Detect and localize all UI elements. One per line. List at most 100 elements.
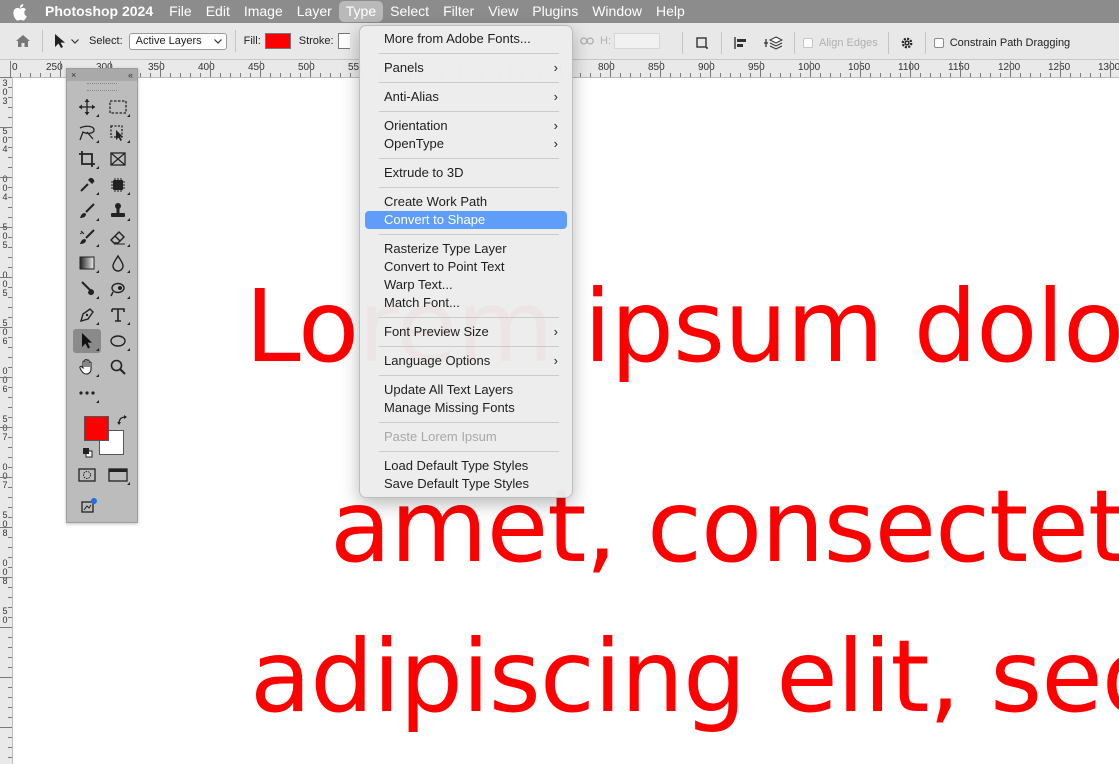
chevron-down-icon[interactable] bbox=[69, 38, 81, 44]
swap-colors-icon[interactable] bbox=[117, 414, 128, 429]
menu-file[interactable]: File bbox=[162, 0, 199, 23]
stroke-color-swatch[interactable] bbox=[337, 33, 350, 49]
quick-mask-icon[interactable] bbox=[73, 463, 101, 487]
select-dropdown[interactable]: Active Layers bbox=[128, 32, 227, 50]
ellipse-tool-icon[interactable] bbox=[104, 329, 132, 353]
pen-tool-icon[interactable] bbox=[73, 303, 101, 327]
menu-view[interactable]: View bbox=[481, 0, 525, 23]
link-icon[interactable] bbox=[580, 36, 594, 46]
menu-item-anti-alias[interactable]: Anti-Alias › bbox=[365, 88, 567, 106]
ruler-tick bbox=[8, 107, 12, 108]
menu-item-panels[interactable]: Panels › bbox=[365, 59, 567, 77]
path-alignment-icon[interactable] bbox=[730, 36, 752, 50]
type-tool-icon[interactable] bbox=[104, 303, 132, 327]
ruler-tick bbox=[8, 757, 12, 758]
frame-tool-icon[interactable] bbox=[104, 147, 132, 171]
tools-panel-header[interactable]: × « bbox=[67, 69, 137, 81]
menu-item-more-from-adobe-fonts[interactable]: More from Adobe Fonts... bbox=[365, 30, 567, 48]
brush-tool-icon[interactable] bbox=[73, 199, 101, 223]
menu-item-warp-text[interactable]: Warp Text... bbox=[365, 276, 567, 294]
menu-select[interactable]: Select bbox=[383, 0, 436, 23]
path-arrangement-icon[interactable] bbox=[760, 35, 786, 51]
height-field[interactable] bbox=[614, 33, 660, 49]
home-icon[interactable] bbox=[12, 34, 34, 48]
rectangular-marquee-tool-icon[interactable] bbox=[104, 95, 132, 119]
ruler-tick bbox=[340, 73, 341, 77]
blur-tool-icon[interactable] bbox=[104, 251, 132, 275]
menu-item-save-default-type-styles[interactable]: Save Default Type Styles bbox=[365, 475, 567, 493]
constrain-path-checkbox[interactable] bbox=[933, 38, 944, 48]
menu-item-convert-to-point-text[interactable]: Convert to Point Text bbox=[365, 258, 567, 276]
menu-layer[interactable]: Layer bbox=[290, 0, 339, 23]
menu-item-font-preview-size[interactable]: Font Preview Size › bbox=[365, 323, 567, 341]
path-operations-icon[interactable] bbox=[691, 36, 713, 50]
generative-features-icon[interactable] bbox=[75, 494, 103, 518]
menu-item-convert-to-shape[interactable]: Convert to Shape bbox=[365, 211, 567, 229]
height-label: H: bbox=[600, 35, 611, 47]
menu-edit[interactable]: Edit bbox=[199, 0, 237, 23]
ruler-tick bbox=[0, 727, 12, 728]
ruler-tick bbox=[910, 61, 911, 77]
menu-item-rasterize-type-layer[interactable]: Rasterize Type Layer bbox=[365, 240, 567, 258]
apple-icon[interactable] bbox=[12, 3, 30, 21]
dodge-tool-icon[interactable] bbox=[73, 277, 101, 301]
gear-icon[interactable] bbox=[897, 36, 917, 50]
type-menu-dropdown: More from Adobe Fonts... Panels › Anti-Al… bbox=[359, 25, 573, 498]
eraser-tool-icon[interactable] bbox=[104, 225, 132, 249]
edit-toolbar-icon[interactable] bbox=[73, 381, 101, 405]
menu-item-manage-missing-fonts[interactable]: Manage Missing Fonts bbox=[365, 399, 567, 417]
ruler-tick bbox=[1090, 73, 1091, 77]
menu-separator bbox=[379, 375, 559, 376]
menu-item-create-work-path[interactable]: Create Work Path bbox=[365, 193, 567, 211]
ruler-tick bbox=[930, 73, 931, 77]
move-tool-icon[interactable] bbox=[73, 95, 101, 119]
path-selection-tool-icon[interactable] bbox=[72, 329, 101, 353]
panel-grip[interactable] bbox=[87, 83, 117, 91]
collapse-panel-icon[interactable]: « bbox=[128, 70, 133, 80]
menu-item-opentype[interactable]: OpenType › bbox=[365, 135, 567, 153]
hand-tool-icon[interactable] bbox=[73, 355, 101, 379]
crop-tool-icon[interactable] bbox=[73, 147, 101, 171]
gradient-tool-icon[interactable] bbox=[73, 251, 101, 275]
ruler-label: 1100 bbox=[898, 62, 920, 73]
canvas-text-line-3[interactable]: adipiscing elit, sed do bbox=[250, 618, 1119, 735]
menu-image[interactable]: Image bbox=[237, 0, 290, 23]
menu-item-update-all-text-layers[interactable]: Update All Text Layers bbox=[365, 381, 567, 399]
menu-plugins[interactable]: Plugins bbox=[525, 0, 585, 23]
vertical-ruler[interactable]: 30350400450500550600650700750800850 bbox=[0, 77, 13, 764]
screen-mode-icon[interactable] bbox=[104, 463, 132, 487]
ruler-tick bbox=[8, 737, 12, 738]
ruler-tick bbox=[8, 517, 12, 518]
chevron-right-icon: › bbox=[553, 324, 558, 339]
eyedropper-tool-icon[interactable] bbox=[73, 173, 101, 197]
menu-item-match-font[interactable]: Match Font... bbox=[365, 294, 567, 312]
app-menu-photoshop[interactable]: Photoshop 2024 bbox=[40, 0, 162, 23]
menu-help[interactable]: Help bbox=[649, 0, 692, 23]
zoom-tool-icon[interactable] bbox=[104, 355, 132, 379]
menu-item-orientation[interactable]: Orientation › bbox=[365, 117, 567, 135]
menu-window[interactable]: Window bbox=[585, 0, 649, 23]
close-panel-icon[interactable]: × bbox=[71, 70, 76, 80]
menu-type[interactable]: Type bbox=[338, 1, 384, 22]
spot-healing-brush-tool-icon[interactable] bbox=[104, 173, 132, 197]
default-colors-icon[interactable] bbox=[82, 446, 93, 461]
path-selection-tool-icon[interactable] bbox=[51, 33, 69, 49]
menu-item-extrude-to-3d[interactable]: Extrude to 3D bbox=[365, 164, 567, 182]
menu-item-language-options[interactable]: Language Options › bbox=[365, 352, 567, 370]
smudge-tool-icon[interactable] bbox=[104, 277, 132, 301]
foreground-color-swatch[interactable] bbox=[84, 416, 109, 441]
fill-color-swatch[interactable] bbox=[264, 33, 291, 49]
menu-item-load-default-type-styles[interactable]: Load Default Type Styles bbox=[365, 457, 567, 475]
menu-filter[interactable]: Filter bbox=[436, 0, 481, 23]
ruler-tick bbox=[8, 407, 12, 408]
clone-stamp-tool-icon[interactable] bbox=[104, 199, 132, 223]
align-edges-checkbox[interactable] bbox=[803, 38, 813, 48]
ruler-tick bbox=[660, 61, 661, 77]
ruler-tick bbox=[8, 437, 12, 438]
history-brush-tool-icon[interactable] bbox=[73, 225, 101, 249]
lasso-tool-icon[interactable] bbox=[73, 121, 101, 145]
divider bbox=[42, 30, 43, 52]
ruler-tick bbox=[8, 187, 12, 188]
ruler-tick bbox=[40, 73, 41, 77]
object-selection-tool-icon[interactable] bbox=[104, 121, 132, 145]
